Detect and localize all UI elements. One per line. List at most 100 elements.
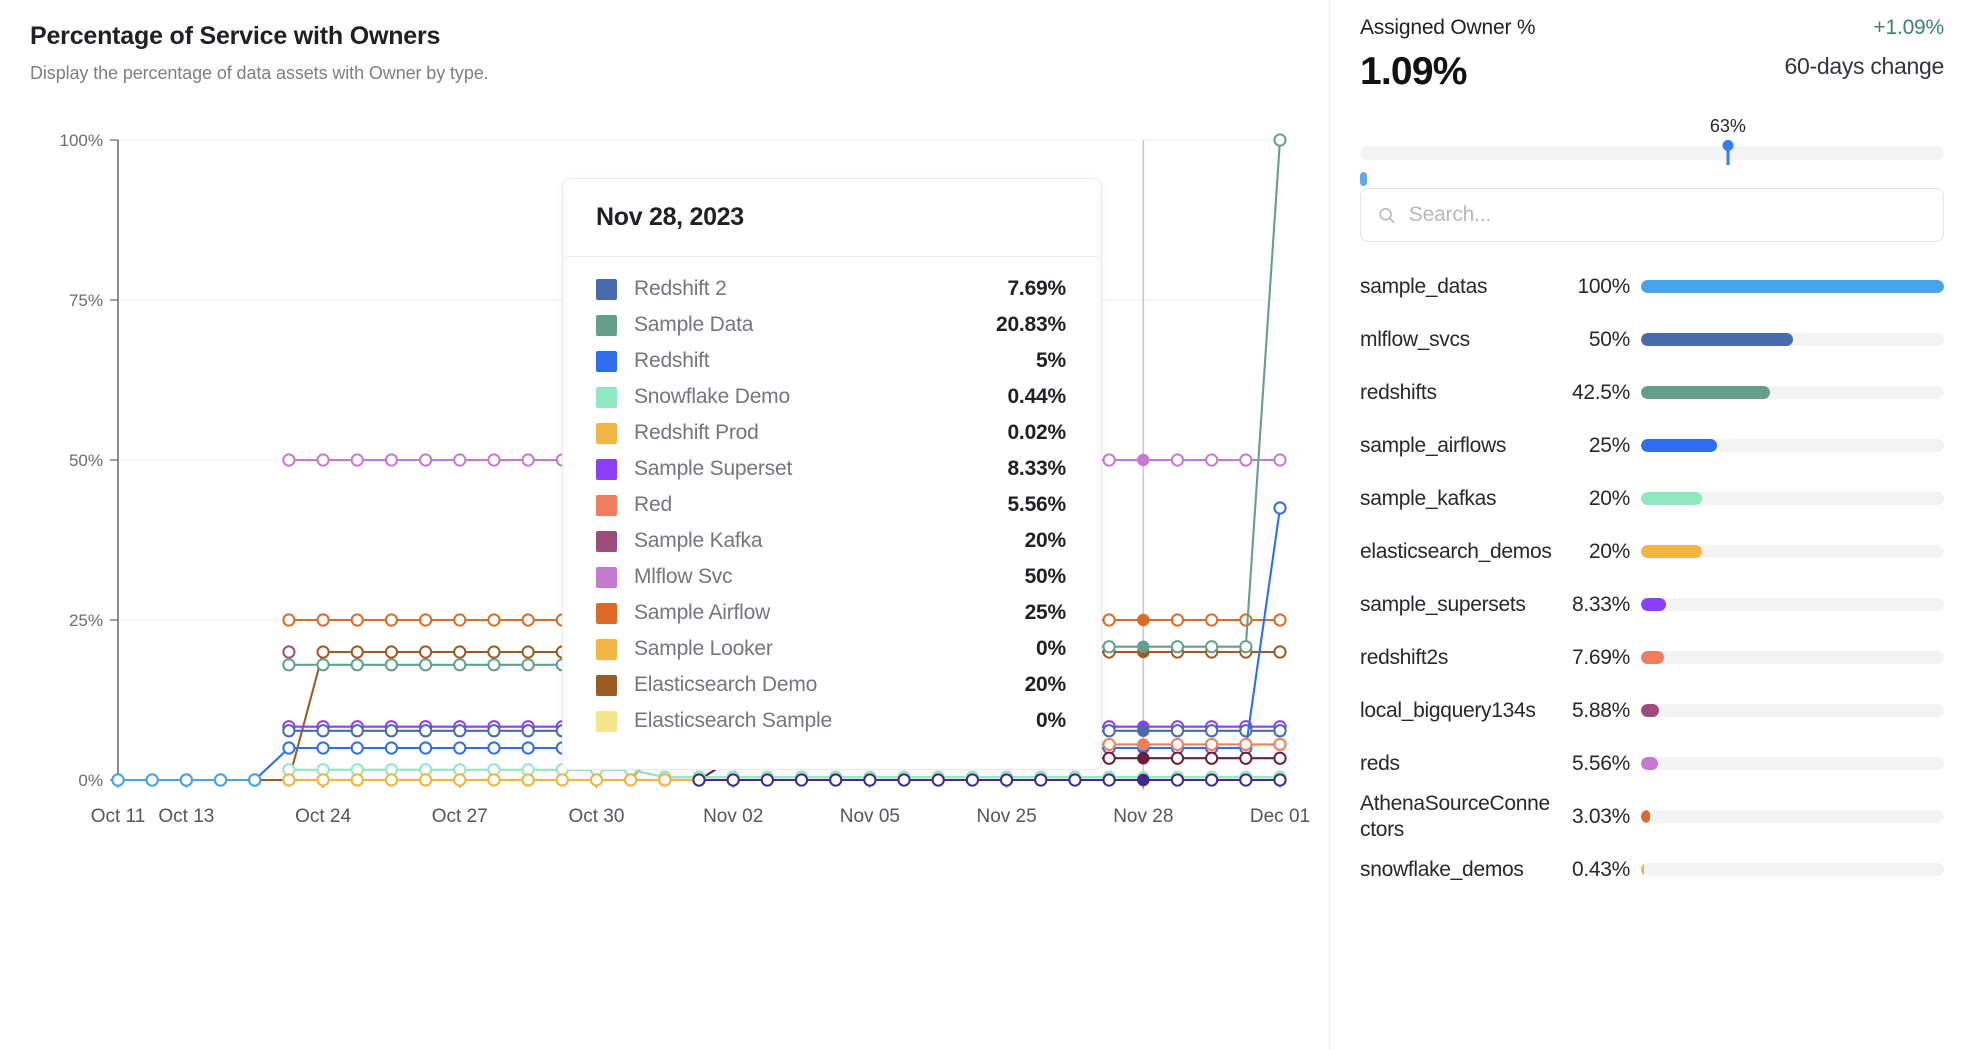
chart-data-point[interactable] <box>352 646 363 657</box>
chart-data-point[interactable] <box>352 659 363 670</box>
service-row[interactable]: redshifts42.5% <box>1360 366 1944 419</box>
chart-data-point[interactable] <box>420 742 431 753</box>
chart-data-point[interactable] <box>1104 753 1115 764</box>
chart-data-point[interactable] <box>317 659 328 670</box>
progress-target-handle[interactable] <box>1722 140 1733 151</box>
chart-data-point[interactable] <box>1138 641 1148 651</box>
chart-data-point[interactable] <box>488 725 499 736</box>
chart-data-point[interactable] <box>864 774 875 785</box>
chart-data-point[interactable] <box>386 659 397 670</box>
chart-data-point[interactable] <box>898 774 909 785</box>
service-row[interactable]: sample_datas100% <box>1360 260 1944 313</box>
chart-data-point[interactable] <box>1206 641 1217 652</box>
chart-data-point[interactable] <box>1274 646 1285 657</box>
chart-data-point[interactable] <box>317 646 328 657</box>
chart-data-point[interactable] <box>488 614 499 625</box>
chart-data-point[interactable] <box>112 774 123 785</box>
chart-data-point[interactable] <box>1138 775 1148 785</box>
chart-data-point[interactable] <box>830 774 841 785</box>
service-row[interactable]: local_bigquery134s5.88% <box>1360 684 1944 737</box>
service-row[interactable]: elasticsearch_demos20% <box>1360 525 1944 578</box>
chart-data-point[interactable] <box>1138 615 1148 625</box>
chart-data-point[interactable] <box>283 646 294 657</box>
chart-data-point[interactable] <box>249 774 260 785</box>
chart-data-point[interactable] <box>1274 614 1285 625</box>
chart-data-point[interactable] <box>454 454 465 465</box>
chart-data-point[interactable] <box>488 659 499 670</box>
progress-track[interactable] <box>1360 146 1944 160</box>
chart-data-point[interactable] <box>1172 753 1183 764</box>
chart-data-point[interactable] <box>1240 753 1251 764</box>
chart-data-point[interactable] <box>591 774 602 785</box>
chart-data-point[interactable] <box>1206 753 1217 764</box>
chart-data-point[interactable] <box>1274 753 1285 764</box>
chart-data-point[interactable] <box>386 725 397 736</box>
chart-data-point[interactable] <box>283 725 294 736</box>
chart-data-point[interactable] <box>728 774 739 785</box>
chart-data-point[interactable] <box>283 614 294 625</box>
chart-data-point[interactable] <box>1172 725 1183 736</box>
service-row[interactable]: sample_supersets8.33% <box>1360 578 1944 631</box>
chart-data-point[interactable] <box>1104 774 1115 785</box>
chart-data-point[interactable] <box>488 742 499 753</box>
chart-data-point[interactable] <box>523 614 534 625</box>
chart-data-point[interactable] <box>317 774 328 785</box>
chart-data-point[interactable] <box>352 614 363 625</box>
chart-data-point[interactable] <box>1274 502 1285 513</box>
chart-data-point[interactable] <box>1104 614 1115 625</box>
chart-data-point[interactable] <box>1172 739 1183 750</box>
chart-data-point[interactable] <box>352 725 363 736</box>
chart-data-point[interactable] <box>1206 454 1217 465</box>
chart-data-point[interactable] <box>523 774 534 785</box>
chart-data-point[interactable] <box>386 646 397 657</box>
chart-data-point[interactable] <box>1206 739 1217 750</box>
chart-data-point[interactable] <box>1206 614 1217 625</box>
chart-data-point[interactable] <box>317 454 328 465</box>
chart-data-point[interactable] <box>352 774 363 785</box>
chart-data-point[interactable] <box>1172 614 1183 625</box>
chart-data-point[interactable] <box>693 774 704 785</box>
chart-data-point[interactable] <box>386 774 397 785</box>
chart-data-point[interactable] <box>1274 739 1285 750</box>
chart-data-point[interactable] <box>1172 641 1183 652</box>
chart-data-point[interactable] <box>1172 774 1183 785</box>
chart-data-point[interactable] <box>1274 134 1285 145</box>
chart-data-point[interactable] <box>147 774 158 785</box>
chart-data-point[interactable] <box>523 646 534 657</box>
chart-data-point[interactable] <box>352 742 363 753</box>
chart-data-point[interactable] <box>1240 454 1251 465</box>
chart-data-point[interactable] <box>1206 725 1217 736</box>
chart-data-point[interactable] <box>1138 455 1148 465</box>
chart-data-point[interactable] <box>181 774 192 785</box>
chart-data-point[interactable] <box>420 659 431 670</box>
owner-progress-slider[interactable]: 63% <box>1360 120 1944 166</box>
chart-data-point[interactable] <box>454 646 465 657</box>
chart-data-point[interactable] <box>1274 725 1285 736</box>
chart-data-point[interactable] <box>659 774 670 785</box>
chart-data-point[interactable] <box>454 774 465 785</box>
search-input[interactable] <box>1409 203 1927 227</box>
chart-data-point[interactable] <box>386 454 397 465</box>
chart-data-point[interactable] <box>283 454 294 465</box>
service-row[interactable]: redshift2s7.69% <box>1360 631 1944 684</box>
chart-data-point[interactable] <box>1206 774 1217 785</box>
service-row[interactable]: snowflake_demos0.43% <box>1360 843 1944 896</box>
chart-data-point[interactable] <box>1138 726 1148 736</box>
chart-data-point[interactable] <box>386 614 397 625</box>
service-row[interactable]: sample_airflows25% <box>1360 419 1944 472</box>
chart-data-point[interactable] <box>352 454 363 465</box>
chart-data-point[interactable] <box>454 742 465 753</box>
chart-data-point[interactable] <box>1104 739 1115 750</box>
chart-data-point[interactable] <box>283 774 294 785</box>
chart-data-point[interactable] <box>1240 739 1251 750</box>
service-row[interactable]: mlflow_svcs50% <box>1360 313 1944 366</box>
chart-data-point[interactable] <box>215 774 226 785</box>
chart-data-point[interactable] <box>488 454 499 465</box>
chart-data-point[interactable] <box>317 614 328 625</box>
chart-data-point[interactable] <box>488 774 499 785</box>
chart-data-point[interactable] <box>796 774 807 785</box>
chart-data-point[interactable] <box>1240 774 1251 785</box>
chart-data-point[interactable] <box>420 454 431 465</box>
chart-data-point[interactable] <box>1104 725 1115 736</box>
search-box[interactable] <box>1360 188 1944 242</box>
